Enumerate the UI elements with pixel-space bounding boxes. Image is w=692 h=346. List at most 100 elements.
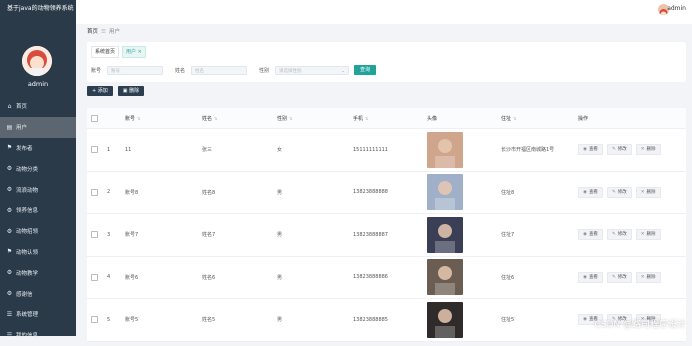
row-checkbox[interactable] [91,146,98,154]
row-checkbox[interactable] [91,316,98,324]
close-icon: ✕ [640,274,645,280]
sidebar-item-label: 领养信息 [16,208,39,215]
sex-select-placeholder: 请选择性别 [279,68,302,74]
sidebar-item-label: 动物分类 [16,166,39,173]
delete-button[interactable]: ✕ 删除 [635,144,661,156]
cell-name: 姓名7 [202,232,216,239]
cell-sex: 男 [277,274,283,281]
cell-photo [427,216,501,253]
view-button[interactable]: ◉ 查看 [578,229,603,241]
header-sex-label: 性别 [277,115,288,122]
user-photo[interactable] [427,301,463,338]
account-input[interactable]: 账号 [107,65,164,75]
header-sex[interactable]: 性别 ⇅ [277,115,353,122]
sidebar-item-4[interactable]: ⚙ 流浪动物 [0,179,76,200]
header-name-label: 姓名 [202,115,213,122]
header-photo-label: 头像 [427,115,438,122]
edit-button[interactable]: ✎ 修改 [606,186,632,198]
row-checkbox-cell [87,146,107,154]
sidebar-item-7[interactable]: ⚑ 动物认领 [0,242,76,263]
edit-button[interactable]: ✎ 修改 [606,144,632,156]
gear-icon: ⚙ [6,206,13,214]
select-all-checkbox[interactable] [91,114,98,122]
breadcrumb-home[interactable]: 首页 [87,29,98,35]
cell-photo [427,174,501,211]
sidebar-item-6[interactable]: ⚙ 动物招领 [0,221,76,242]
header-ops: 操作 [578,115,589,122]
delete-button[interactable]: ✕ 删除 [635,271,661,283]
search-row: 账号 账号 姓名 姓名 性别 请选择性别 ⌄ 查询 [91,64,377,76]
row-checkbox[interactable] [91,231,98,239]
sidebar-item-5[interactable]: ⚙ 领养信息 [0,200,76,221]
cell-name: 姓名6 [202,274,216,281]
cell-index: 3 [107,231,111,238]
view-label: 查看 [588,189,598,195]
sex-select[interactable]: 请选择性别 ⌄ [275,65,350,75]
sidebar-item-8[interactable]: ⚙ 动物教学 [0,262,76,283]
sort-icon[interactable]: ⇅ [289,116,292,121]
sidebar-menu: ⌂ 首页 ▤ 用户 ⚑ 发布者 ⚙ 动物分类 ⚙ 流浪动物 ⚙ 领养信息 ⚙ 动物招领 ⚑ 动物认领 ⚙ 动物教学… [0,96,76,346]
sort-icon[interactable]: ⇅ [365,116,368,121]
view-button[interactable]: ◉ 查看 [578,144,603,156]
search-button[interactable]: 查询 [354,65,377,75]
flag-icon: ⚑ [6,144,13,152]
user-photo[interactable] [427,259,463,296]
add-button[interactable]: + 添加 [87,86,113,96]
sidebar-item-11[interactable]: ☰ 我的信息 [0,325,76,346]
sort-icon[interactable]: ⇅ [137,116,140,121]
avatar[interactable] [22,46,52,76]
user-photo[interactable] [427,216,463,253]
cell-phone: 13823888885 [353,316,388,323]
sidebar-item-9[interactable]: ⚙ 感谢信 [0,283,76,304]
user-photo[interactable] [427,131,463,168]
sex-label: 性别 [259,67,270,74]
row-checkbox-cell [87,273,107,281]
sidebar-item-3[interactable]: ⚙ 动物分类 [0,158,76,179]
sidebar-item-0[interactable]: ⌂ 首页 [0,96,76,117]
name-input[interactable]: 姓名 [191,65,248,75]
cell-account: 账号6 [125,274,139,281]
table-row: 2 账号8 姓名8 男 13823888888 住址8 ◉ 查看 ✎ 修改 ✕ 删除 [87,172,686,214]
edit-button[interactable]: ✎ 修改 [606,229,632,241]
header-phone[interactable]: 手机 ⇅ [353,115,427,122]
cell-phone: 15111111111 [353,146,388,153]
tab-1[interactable]: 用户 × [122,46,146,58]
sidebar-item-2[interactable]: ⚑ 发布者 [0,138,76,159]
header-name[interactable]: 姓名 ⇅ [202,115,277,122]
cell-photo [427,301,501,338]
sidebar-item-10[interactable]: ☰ 系统管理 [0,304,76,325]
batch-delete-button[interactable]: ▣ 删除 [117,86,145,96]
header-photo: 头像 [427,115,501,122]
view-button[interactable]: ◉ 查看 [578,271,603,283]
sidebar-item-1[interactable]: ▤ 用户 [0,116,76,138]
cell-sex: 男 [277,317,283,324]
search-panel [87,42,686,82]
account-label: 账号 [91,67,102,74]
row-checkbox[interactable] [91,273,98,281]
cell-photo [427,259,501,296]
tab-0[interactable]: 系统首页 [91,46,120,58]
tab-bar: 系统首页 用户 × [91,46,149,58]
sort-icon[interactable]: ⇅ [513,116,516,121]
delete-button[interactable]: ✕ 删除 [635,186,661,198]
sidebar-item-label: 我的信息 [16,333,39,340]
home-icon: ⌂ [7,102,12,110]
row-checkbox[interactable] [91,188,98,196]
topbar-username[interactable]: admin [667,5,686,12]
breadcrumb-current: 用户 [108,29,120,35]
close-icon: ✕ [640,147,645,153]
breadcrumb-separator-icon: ☰ [101,29,106,35]
header-account[interactable]: 账号 ⇅ [125,115,202,122]
eye-icon: ◉ [583,232,587,238]
edit-icon: ✎ [611,232,616,238]
app-title: 基于java的动物领养系统 [7,5,74,12]
sidebar-item-label: 动物认领 [16,249,39,256]
gear-icon: ⚙ [6,165,13,173]
header-address[interactable]: 住址 ⇅ [501,115,578,122]
user-photo[interactable] [427,174,463,211]
sidebar-item-label: 用户 [16,125,28,132]
edit-button[interactable]: ✎ 修改 [606,271,632,283]
view-button[interactable]: ◉ 查看 [578,186,603,198]
sort-icon[interactable]: ⇅ [214,116,217,121]
delete-button[interactable]: ✕ 删除 [635,229,661,241]
